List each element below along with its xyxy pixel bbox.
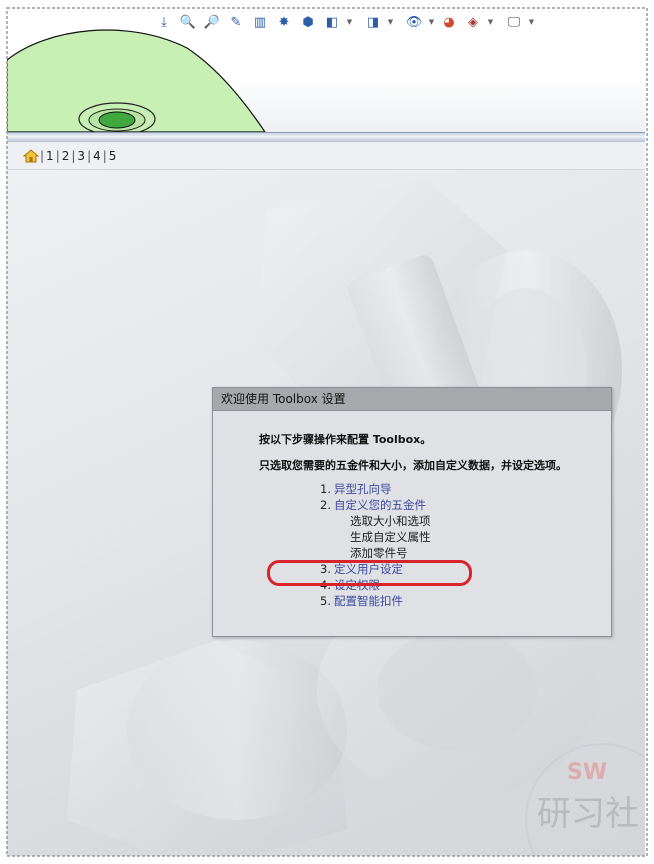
cube-view-icon[interactable]: ◨ (362, 11, 384, 33)
display-style-icon[interactable]: ✸ (273, 11, 295, 33)
chevron-down-icon[interactable]: ▼ (427, 18, 436, 26)
hide-show-icon[interactable]: 👁 (403, 11, 425, 33)
nav-page-2[interactable]: 2 (61, 149, 71, 163)
standard-views-icon[interactable]: ⬢ (297, 11, 319, 33)
chevron-down-icon[interactable]: ▼ (345, 18, 354, 26)
step-link-hole-wizard[interactable]: 异型孔向导 (334, 482, 392, 496)
substep-select-sizes: 选取大小和选项 (350, 514, 431, 528)
step-link-smart-fasteners[interactable]: 配置智能扣件 (334, 594, 403, 608)
nav-page-1[interactable]: 1 (45, 149, 55, 163)
chevron-down-icon[interactable]: ▼ (527, 18, 536, 26)
nav-page-3[interactable]: 3 (76, 149, 86, 163)
setup-steps-list: 1. 异型孔向导 2. 自定义您的五金件 选取大小和选项 生成自定义属性 添加零件号… (320, 481, 431, 609)
fit-to-window-icon[interactable]: ⤓ (153, 11, 175, 33)
step-item: 5. 配置智能扣件 (320, 594, 403, 608)
panel-body: 按以下步骤操作来配置 Toolbox。 只选取您需要的五金件和大小，添加自定义数… (213, 411, 611, 636)
step-item: 1. 异型孔向导 (320, 482, 392, 496)
toolbox-welcome-panel: 欢迎使用 Toolbox 设置 按以下步骤操作来配置 Toolbox。 只选取您… (212, 387, 612, 637)
section-view-icon[interactable]: ▥ (249, 11, 271, 33)
step-link-customize-hardware[interactable]: 自定义您的五金件 (334, 498, 426, 512)
page-navigation-bar: | 1 | 2 | 3 | 4 | 5 (7, 142, 645, 170)
appearance-icon[interactable]: ◕ (438, 11, 460, 33)
solidworks-window: ⤓ 🔍 🔎 ✎ ▥ ✸ ⬢ ◧ ▼ ◨ ▼ 👁 ▼ ◕ ◈ ▼ 🖵 ▼ | 1 … (7, 8, 645, 856)
chevron-down-icon[interactable]: ▼ (386, 18, 395, 26)
intro-text-1: 按以下步骤操作来配置 Toolbox。 (259, 433, 432, 446)
nav-page-5[interactable]: 5 (108, 149, 118, 163)
substep-custom-properties: 生成自定义属性 (350, 530, 431, 544)
monitor-icon[interactable]: 🖵 (503, 11, 525, 33)
substep-part-numbers: 添加零件号 (350, 546, 408, 560)
watermark-brand: SW (567, 760, 608, 785)
red-highlight-annotation (267, 560, 472, 586)
zoom-area-icon[interactable]: 🔎 (201, 11, 223, 33)
nav-page-4[interactable]: 4 (92, 149, 102, 163)
scene-icon[interactable]: ◈ (462, 11, 484, 33)
zoom-icon[interactable]: 🔍 (177, 11, 199, 33)
rotate-icon[interactable]: ✎ (225, 11, 247, 33)
view-orientation-icon[interactable]: ◧ (321, 11, 343, 33)
panel-title: 欢迎使用 Toolbox 设置 (213, 388, 611, 411)
intro-text-2: 只选取您需要的五金件和大小，添加自定义数据，并设定选项。 (259, 459, 567, 472)
home-icon[interactable] (23, 148, 39, 164)
chevron-down-icon[interactable]: ▼ (486, 18, 495, 26)
step-item: 2. 自定义您的五金件 (320, 498, 426, 512)
heads-up-view-toolbar: ⤓ 🔍 🔎 ✎ ▥ ✸ ⬢ ◧ ▼ ◨ ▼ 👁 ▼ ◕ ◈ ▼ 🖵 ▼ (153, 10, 536, 34)
graphics-viewport[interactable]: ⤓ 🔍 🔎 ✎ ▥ ✸ ⬢ ◧ ▼ ◨ ▼ 👁 ▼ ◕ ◈ ▼ 🖵 ▼ (7, 8, 645, 132)
watermark-text: 研习社 (537, 794, 639, 834)
